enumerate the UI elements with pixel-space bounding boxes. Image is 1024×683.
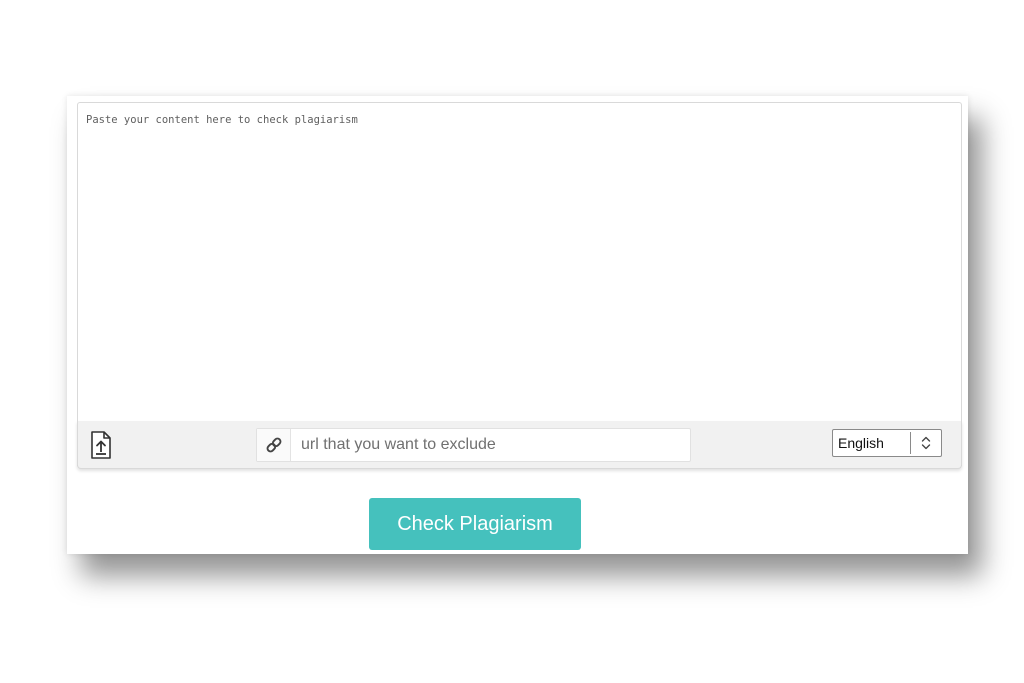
content-textarea[interactable] <box>78 103 961 466</box>
exclude-url-input[interactable] <box>291 429 690 461</box>
page: English Check Plagiarism <box>0 0 1024 683</box>
file-upload-icon[interactable] <box>88 430 114 460</box>
up-down-chevron-icon <box>911 435 941 451</box>
link-icon <box>257 429 291 461</box>
language-select-value: English <box>838 435 884 451</box>
editor-toolbar: English <box>77 421 962 469</box>
check-plagiarism-button[interactable]: Check Plagiarism <box>369 498 581 550</box>
language-select[interactable]: English <box>832 429 942 457</box>
exclude-url-field <box>256 428 691 462</box>
content-editor <box>77 102 962 466</box>
plagiarism-checker-panel: English Check Plagiarism <box>67 96 968 554</box>
